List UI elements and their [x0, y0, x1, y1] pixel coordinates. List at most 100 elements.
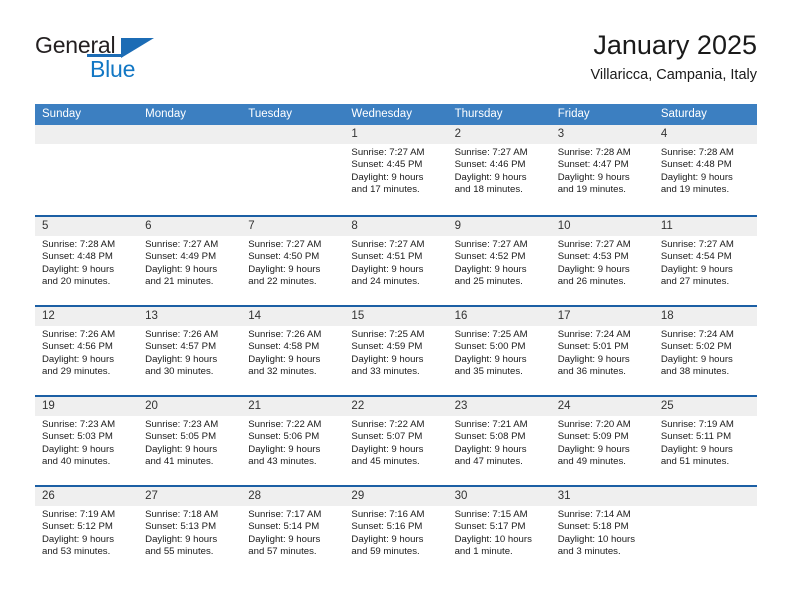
- day-info-line: Sunset: 4:47 PM: [557, 159, 629, 171]
- day-number: 29: [344, 487, 448, 506]
- calendar-day-cell[interactable]: 29 Sunrise: 7:16 AM Sunset: 5:16 PM Dayligh…: [344, 487, 448, 575]
- day-number: 16: [447, 307, 551, 326]
- calendar-day-cell[interactable]: 28 Sunrise: 7:17 AM Sunset: 5:14 PM Dayligh…: [241, 487, 345, 575]
- day-info-line: Sunset: 5:05 PM: [145, 431, 217, 443]
- calendar-day-cell[interactable]: 10 Sunrise: 7:27 AM Sunset: 4:53 PM Dayligh…: [550, 217, 654, 305]
- calendar-day-cell[interactable]: 16 Sunrise: 7:25 AM Sunset: 5:00 PM Dayligh…: [447, 307, 551, 395]
- day-info-line: Sunrise: 7:22 AM: [248, 419, 322, 430]
- day-info-line: and 57 minutes.: [248, 546, 317, 558]
- calendar-day-cell[interactable]: 2 Sunrise: 7:27 AM Sunset: 4:46 PM Daylight…: [447, 125, 551, 215]
- day-info-line: Sunrise: 7:26 AM: [145, 329, 219, 340]
- calendar-page: General Blue January 2025 Villaricca, Ca…: [0, 0, 792, 612]
- day-info-line: and 26 minutes.: [557, 276, 626, 288]
- day-info-line: Daylight: 9 hours: [42, 263, 114, 275]
- day-sun-info: Sunrise: 7:28 AM Sunset: 4:48 PM Daylight:…: [654, 144, 757, 197]
- day-info-line: Daylight: 9 hours: [351, 171, 424, 183]
- weekday-header-monday: Monday: [145, 108, 187, 120]
- calendar-day-cell[interactable]: 31 Sunrise: 7:14 AM Sunset: 5:18 PM Dayligh…: [550, 487, 654, 575]
- day-sun-info: Sunrise: 7:27 AM Sunset: 4:50 PM Daylight:…: [241, 236, 344, 289]
- calendar-week-row: 12 Sunrise: 7:26 AM Sunset: 4:56 PM Dayligh…: [35, 305, 757, 395]
- day-info-line: Sunrise: 7:26 AM: [42, 329, 116, 340]
- calendar-day-cell[interactable]: 11 Sunrise: 7:27 AM Sunset: 4:54 PM Dayligh…: [653, 217, 757, 305]
- calendar-day-cell[interactable]: 15 Sunrise: 7:25 AM Sunset: 4:59 PM Dayligh…: [344, 307, 448, 395]
- calendar-day-cell[interactable]: 30 Sunrise: 7:15 AM Sunset: 5:17 PM Dayligh…: [447, 487, 551, 575]
- day-info-line: Daylight: 9 hours: [145, 443, 218, 455]
- day-info-line: Sunset: 5:17 PM: [454, 521, 526, 533]
- day-info-line: Daylight: 9 hours: [248, 533, 321, 545]
- day-info-line: and 38 minutes.: [660, 366, 730, 378]
- day-sun-info: Sunrise: 7:23 AM Sunset: 5:05 PM Daylight:…: [138, 416, 241, 469]
- day-sun-info: Sunrise: 7:18 AM Sunset: 5:13 PM Daylight:…: [138, 506, 241, 559]
- day-number: [653, 487, 757, 506]
- calendar-day-cell[interactable]: 19 Sunrise: 7:23 AM Sunset: 5:03 PM Dayligh…: [35, 397, 139, 485]
- calendar-day-cell[interactable]: 23 Sunrise: 7:21 AM Sunset: 5:08 PM Dayligh…: [447, 397, 551, 485]
- day-info-line: Sunrise: 7:21 AM: [454, 419, 528, 430]
- day-sun-info: Sunrise: 7:26 AM Sunset: 4:57 PM Daylight:…: [138, 326, 241, 379]
- day-info-line: and 33 minutes.: [351, 366, 420, 378]
- calendar-day-cell[interactable]: 17 Sunrise: 7:24 AM Sunset: 5:01 PM Dayligh…: [550, 307, 654, 395]
- calendar-day-cell[interactable]: 5 Sunrise: 7:28 AM Sunset: 4:48 PM Daylight…: [35, 217, 139, 305]
- calendar-day-cell[interactable]: 9 Sunrise: 7:27 AM Sunset: 4:52 PM Daylight…: [447, 217, 551, 305]
- day-info-line: and 45 minutes.: [351, 456, 420, 468]
- day-info-line: Sunrise: 7:27 AM: [557, 239, 631, 250]
- page-header: General Blue January 2025 Villaricca, Ca…: [35, 28, 757, 96]
- day-info-line: Daylight: 9 hours: [145, 353, 218, 365]
- calendar-day-cell[interactable]: 12 Sunrise: 7:26 AM Sunset: 4:56 PM Dayligh…: [35, 307, 139, 395]
- calendar-day-cell[interactable]: 26 Sunrise: 7:19 AM Sunset: 5:12 PM Dayligh…: [35, 487, 139, 575]
- calendar-day-cell[interactable]: 3 Sunrise: 7:28 AM Sunset: 4:47 PM Daylight…: [550, 125, 654, 215]
- day-info-line: and 17 minutes.: [351, 184, 420, 196]
- calendar-day-cell[interactable]: 18 Sunrise: 7:24 AM Sunset: 5:02 PM Dayligh…: [653, 307, 757, 395]
- calendar-day-cell[interactable]: 24 Sunrise: 7:20 AM Sunset: 5:09 PM Dayligh…: [550, 397, 654, 485]
- day-info-line: Sunrise: 7:15 AM: [454, 509, 528, 520]
- day-info-line: Sunrise: 7:24 AM: [557, 329, 631, 340]
- calendar-day-cell[interactable]: 4 Sunrise: 7:28 AM Sunset: 4:48 PM Daylight…: [653, 125, 757, 215]
- calendar-day-cell[interactable]: 22 Sunrise: 7:22 AM Sunset: 5:07 PM Dayligh…: [344, 397, 448, 485]
- day-info-line: Sunset: 4:57 PM: [145, 341, 217, 353]
- day-sun-info: Sunrise: 7:20 AM Sunset: 5:09 PM Daylight:…: [551, 416, 654, 469]
- day-info-line: Sunset: 5:07 PM: [351, 431, 423, 443]
- calendar-day-cell[interactable]: 20 Sunrise: 7:23 AM Sunset: 5:05 PM Dayligh…: [138, 397, 242, 485]
- day-number: 4: [653, 125, 757, 144]
- calendar-day-cell[interactable]: 1 Sunrise: 7:27 AM Sunset: 4:45 PM Daylight…: [344, 125, 448, 215]
- day-info-line: and 59 minutes.: [351, 546, 420, 558]
- calendar-weeks: 1 Sunrise: 7:27 AM Sunset: 4:45 PM Daylight…: [35, 125, 757, 575]
- day-info-line: and 36 minutes.: [557, 366, 626, 378]
- day-sun-info: Sunrise: 7:22 AM Sunset: 5:06 PM Daylight:…: [241, 416, 344, 469]
- calendar-day-cell[interactable]: 13 Sunrise: 7:26 AM Sunset: 4:57 PM Dayligh…: [138, 307, 242, 395]
- day-info-line: Sunset: 4:56 PM: [42, 341, 113, 353]
- calendar-day-cell[interactable]: 14 Sunrise: 7:26 AM Sunset: 4:58 PM Dayligh…: [241, 307, 345, 395]
- calendar-grid: Sunday Monday Tuesday Wednesday Thursday…: [35, 104, 757, 575]
- day-info-line: Sunset: 4:48 PM: [660, 159, 732, 171]
- day-info-line: Sunset: 5:01 PM: [557, 341, 629, 353]
- day-info-line: Daylight: 9 hours: [351, 263, 424, 275]
- logo-text-blue: Blue: [90, 56, 136, 82]
- day-info-line: Daylight: 9 hours: [557, 443, 630, 455]
- day-info-line: Sunrise: 7:19 AM: [660, 419, 734, 430]
- day-number: 11: [653, 217, 757, 236]
- calendar-day-cell[interactable]: 7 Sunrise: 7:27 AM Sunset: 4:50 PM Daylight…: [241, 217, 345, 305]
- day-info-line: Sunrise: 7:27 AM: [351, 147, 425, 158]
- day-sun-info: Sunrise: 7:28 AM Sunset: 4:48 PM Daylight:…: [35, 236, 138, 289]
- day-info-line: Sunset: 4:54 PM: [660, 251, 732, 263]
- calendar-week-row: 5 Sunrise: 7:28 AM Sunset: 4:48 PM Daylight…: [35, 215, 757, 305]
- day-number: 21: [241, 397, 345, 416]
- general-blue-logo[interactable]: General Blue: [35, 32, 235, 88]
- day-info-line: Sunset: 5:00 PM: [454, 341, 526, 353]
- calendar-day-cell[interactable]: 21 Sunrise: 7:22 AM Sunset: 5:06 PM Dayligh…: [241, 397, 345, 485]
- day-info-line: Daylight: 9 hours: [557, 263, 630, 275]
- calendar-day-cell[interactable]: 27 Sunrise: 7:18 AM Sunset: 5:13 PM Dayligh…: [138, 487, 242, 575]
- calendar-day-cell[interactable]: 25 Sunrise: 7:19 AM Sunset: 5:11 PM Dayligh…: [653, 397, 757, 485]
- day-sun-info: Sunrise: 7:19 AM Sunset: 5:11 PM Daylight:…: [654, 416, 757, 469]
- page-title: January 2025: [593, 30, 757, 60]
- day-info-line: Sunrise: 7:19 AM: [42, 509, 116, 520]
- calendar-day-cell[interactable]: 8 Sunrise: 7:27 AM Sunset: 4:51 PM Daylight…: [344, 217, 448, 305]
- day-info-line: Sunset: 5:03 PM: [42, 431, 113, 443]
- day-number: 15: [344, 307, 448, 326]
- day-sun-info: Sunrise: 7:26 AM Sunset: 4:56 PM Daylight:…: [35, 326, 138, 379]
- day-info-line: Daylight: 9 hours: [248, 263, 321, 275]
- day-info-line: and 55 minutes.: [145, 546, 214, 558]
- day-info-line: and 24 minutes.: [351, 276, 420, 288]
- day-info-line: and 22 minutes.: [248, 276, 317, 288]
- calendar-day-cell[interactable]: 6 Sunrise: 7:27 AM Sunset: 4:49 PM Daylight…: [138, 217, 242, 305]
- day-info-line: Sunset: 5:06 PM: [248, 431, 320, 443]
